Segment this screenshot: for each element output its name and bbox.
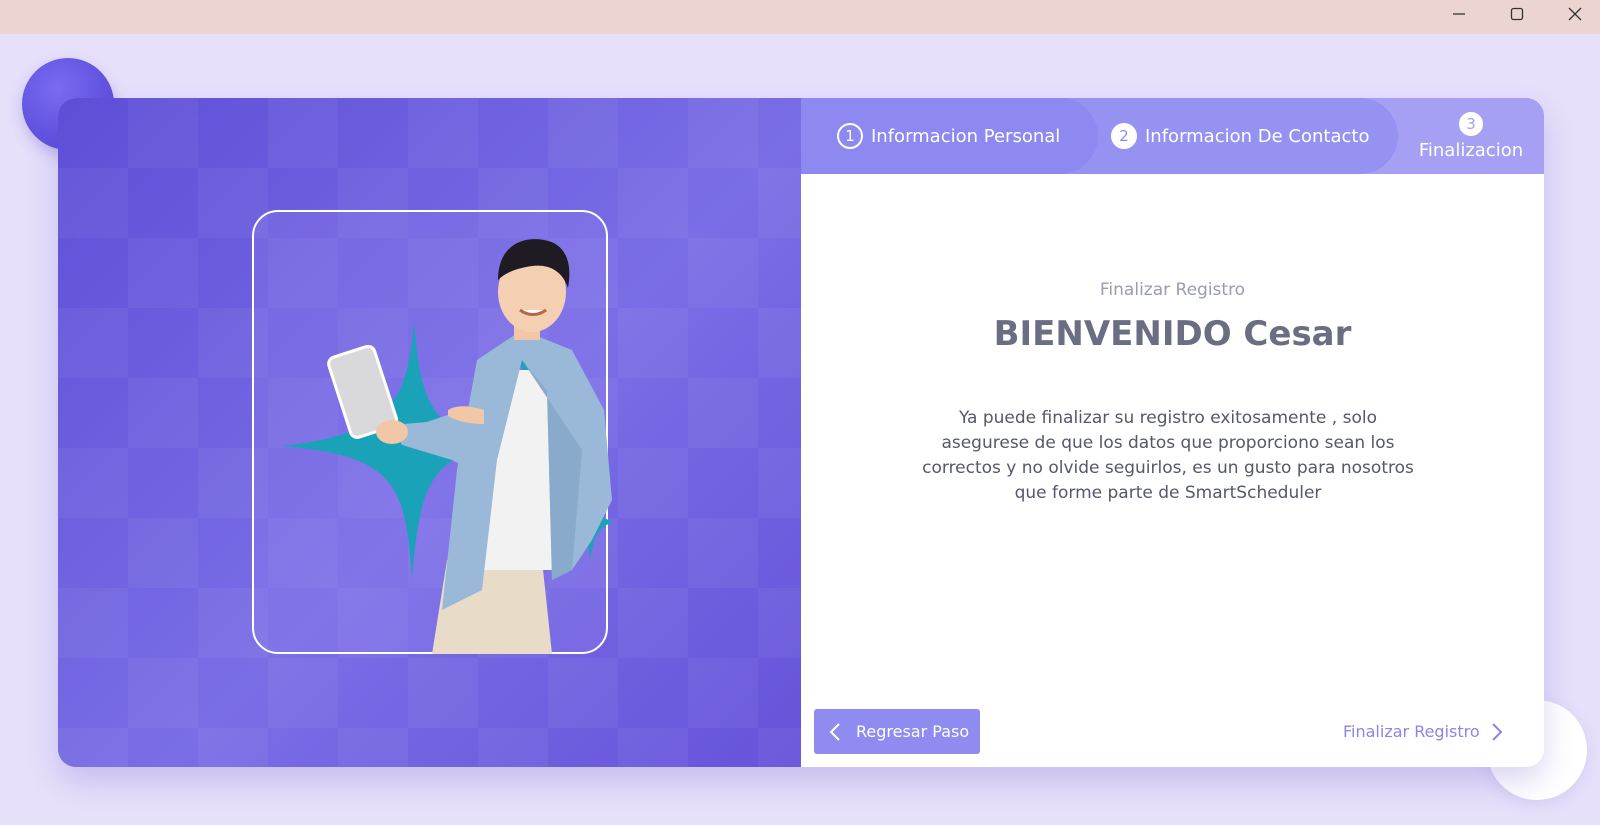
maximize-icon bbox=[1510, 7, 1524, 21]
welcome-headline: BIENVENIDO Cesar bbox=[993, 314, 1352, 354]
step-label: Informacion Personal bbox=[871, 125, 1061, 147]
back-step-button[interactable]: Regresar Paso bbox=[814, 709, 980, 754]
minimize-icon bbox=[1453, 13, 1465, 15]
finish-registration-button[interactable]: Finalizar Registro bbox=[1343, 709, 1504, 754]
content-panel: 1 Informacion Personal 2 Informacion De … bbox=[801, 98, 1544, 767]
chevron-right-icon bbox=[1490, 722, 1504, 742]
welcome-message: Ya puede finalizar su registro exitosame… bbox=[922, 408, 1414, 503]
step-informacion-personal[interactable]: 1 Informacion Personal bbox=[801, 98, 1098, 174]
maximize-button[interactable] bbox=[1488, 0, 1546, 28]
step-informacion-de-contacto[interactable]: 2 Informacion De Contacto bbox=[1063, 98, 1398, 174]
close-icon bbox=[1568, 7, 1582, 21]
step-label: Finalizacion bbox=[1418, 139, 1524, 161]
back-step-label: Regresar Paso bbox=[856, 722, 970, 741]
registration-card: 1 Informacion Personal 2 Informacion De … bbox=[58, 98, 1544, 767]
step-number: 2 bbox=[1111, 123, 1137, 149]
person-with-tablet-illustration bbox=[282, 239, 614, 654]
minimize-button[interactable] bbox=[1430, 0, 1488, 28]
step-number: 1 bbox=[837, 123, 863, 149]
step-number: 3 bbox=[1459, 111, 1483, 136]
stepper: 1 Informacion Personal 2 Informacion De … bbox=[801, 98, 1544, 174]
step-label: Informacion De Contacto bbox=[1145, 125, 1370, 147]
finish-registration-label: Finalizar Registro bbox=[1343, 722, 1480, 741]
window-titlebar bbox=[0, 0, 1600, 34]
close-button[interactable] bbox=[1546, 0, 1600, 28]
illustration-panel bbox=[58, 98, 801, 767]
chevron-left-icon bbox=[814, 722, 856, 742]
step-finalizacion[interactable]: 3 Finalizacion bbox=[1398, 98, 1544, 174]
section-subtitle: Finalizar Registro bbox=[1099, 280, 1246, 300]
